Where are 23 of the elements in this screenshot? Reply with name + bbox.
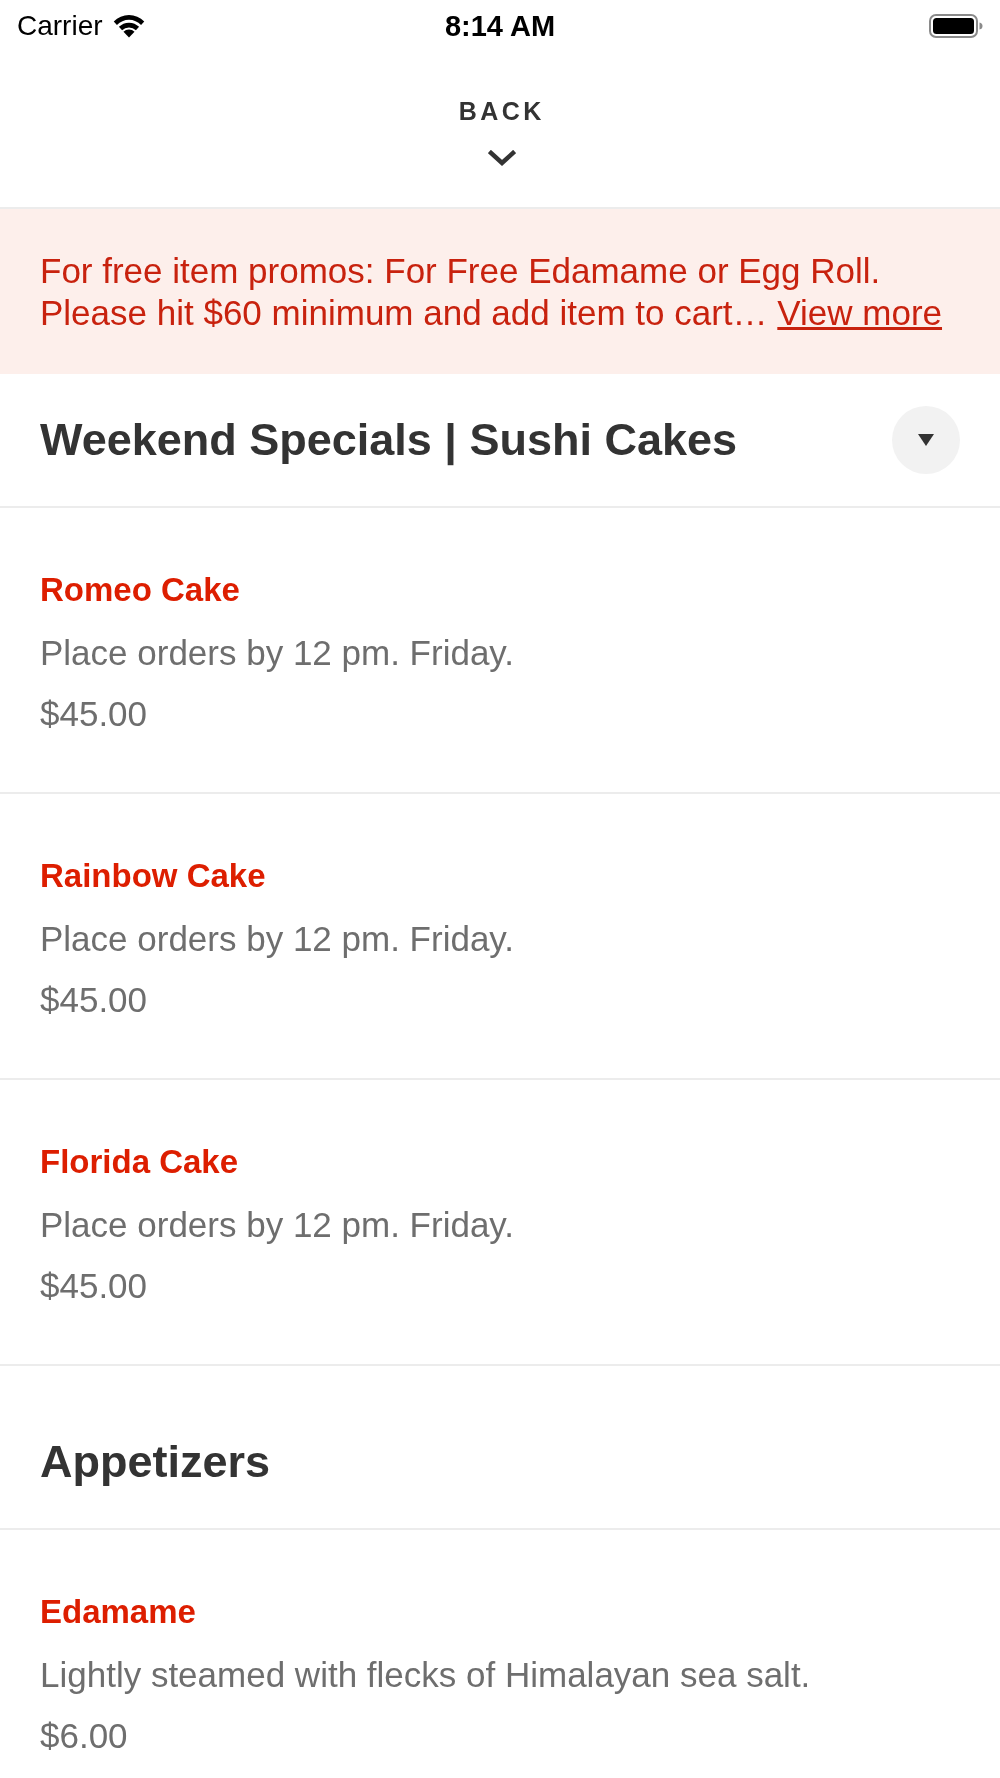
item-description: Place orders by 12 pm. Friday.: [40, 918, 514, 959]
item-name[interactable]: Florida Cake: [40, 1141, 239, 1182]
item-description: Lightly steamed with flecks of Himalayan sea salt.: [40, 1654, 811, 1695]
item-price: $45.00: [40, 979, 148, 1020]
item-name[interactable]: Edamame: [40, 1591, 196, 1632]
status-time: 8:14 AM: [444, 11, 556, 41]
item-price: $45.00: [40, 693, 148, 734]
item-description: Place orders by 12 pm. Friday.: [40, 632, 514, 673]
wifi-icon: [112, 14, 145, 38]
view-more-link[interactable]: View more: [777, 292, 942, 332]
chevron-down-icon: [487, 150, 516, 167]
section-title: Appetizers: [40, 1436, 271, 1488]
item-description: Place orders by 12 pm. Friday.: [40, 1204, 514, 1245]
item-price: $45.00: [40, 1265, 148, 1306]
item-name[interactable]: Rainbow Cake: [40, 855, 266, 896]
caret-down-icon: [918, 434, 934, 446]
section-title: Weekend Specials | Sushi Cakes: [40, 414, 738, 466]
battery-icon: [929, 14, 983, 38]
back-button[interactable]: BACK: [455, 94, 545, 167]
item-price: $6.00: [40, 1715, 128, 1756]
carrier-name: Carrier: [17, 12, 103, 40]
promo-text: For free item promos: For Free Edamame or Egg Roll. Please hit $60 minimum and add item to cart… View more: [40, 249, 943, 334]
item-name[interactable]: Romeo Cake: [40, 569, 240, 610]
